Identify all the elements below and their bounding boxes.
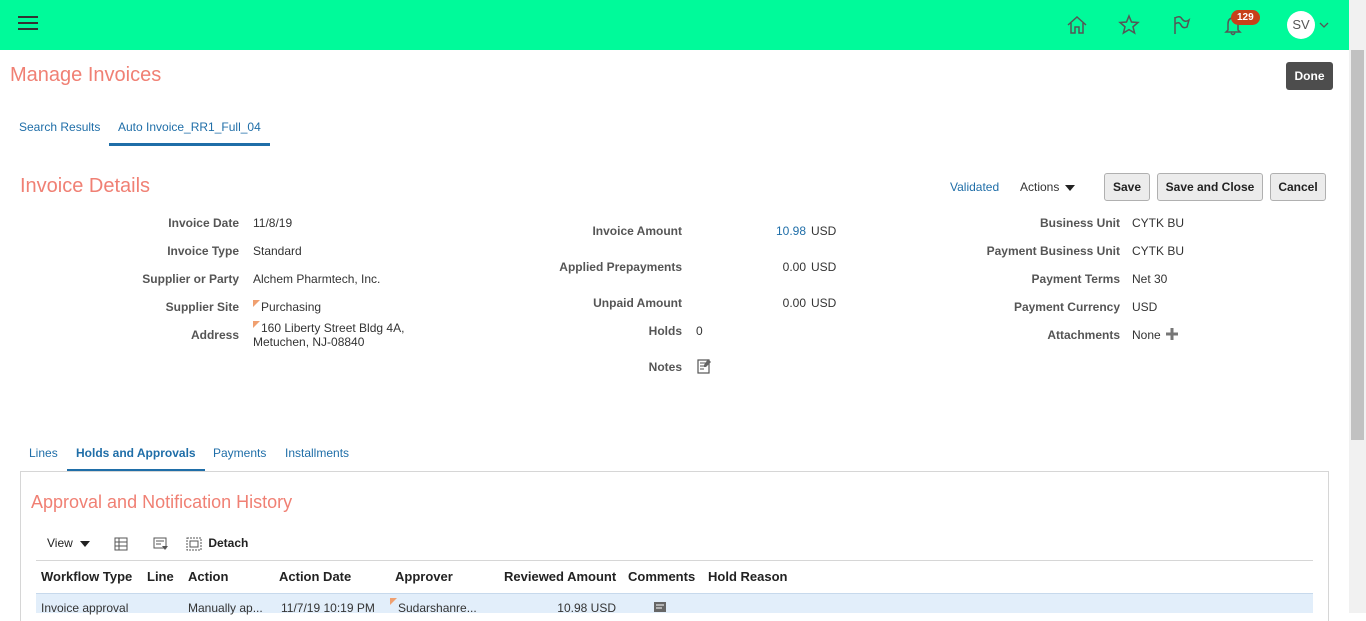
freeze-columns-icon[interactable]: [113, 535, 129, 551]
actions-menu[interactable]: Actions: [1020, 180, 1076, 194]
invoice-amount-value[interactable]: 10.98: [776, 224, 806, 238]
supplier-site-text: Purchasing: [261, 300, 322, 314]
chevron-down-icon[interactable]: [1319, 20, 1329, 30]
applied-prepayments-currency: USD: [811, 260, 837, 274]
actions-menu-label: Actions: [1020, 180, 1060, 194]
holds-value: 0: [696, 324, 703, 338]
column-header-hold-reason[interactable]: Hold Reason: [708, 569, 787, 584]
payment-business-unit-label: Payment Business Unit: [986, 244, 1120, 258]
unpaid-amount-currency: USD: [811, 296, 837, 310]
invoice-date-value: 11/8/19: [253, 216, 293, 230]
invoice-date-label: Invoice Date: [168, 216, 239, 230]
notification-count-badge: 129: [1231, 10, 1260, 25]
page-title: Manage Invoices: [10, 64, 162, 86]
tab-auto-invoice[interactable]: Auto Invoice_RR1_Full_04: [109, 112, 270, 146]
column-header-action-date[interactable]: Action Date: [279, 569, 351, 584]
notes-icon[interactable]: [696, 358, 712, 374]
invoice-amount-currency: USD: [811, 224, 837, 238]
supplier-site-value: Purchasing: [253, 300, 321, 314]
tab-holds-and-approvals[interactable]: Holds and Approvals: [67, 438, 205, 472]
cancel-button[interactable]: Cancel: [1270, 173, 1326, 201]
address-label: Address: [190, 328, 239, 342]
column-header-line[interactable]: Line: [147, 569, 174, 584]
cell-approver[interactable]: Sudarshanre...: [390, 598, 477, 615]
dropdown-triangle-icon: [80, 540, 91, 547]
invoice-amount-label: Invoice Amount: [592, 224, 682, 238]
invoice-type-value: Standard: [253, 244, 302, 258]
column-header-comments[interactable]: Comments: [628, 569, 695, 584]
applied-prepayments-value: 0.00: [782, 260, 806, 274]
comment-icon[interactable]: [653, 601, 667, 613]
column-header-approver[interactable]: Approver: [395, 569, 453, 584]
supplier-label: Supplier or Party: [142, 272, 239, 286]
detach-label: Detach: [208, 536, 249, 550]
flag-icon[interactable]: [1168, 12, 1194, 38]
top-bar: [0, 0, 1366, 50]
column-header-reviewed-amount[interactable]: Reviewed Amount: [504, 569, 616, 584]
business-unit-value: CYTK BU: [1132, 216, 1185, 230]
address-line2: Metuchen, NJ-08840: [253, 335, 365, 349]
business-unit-label: Business Unit: [1039, 216, 1120, 230]
unpaid-amount-value: 0.00: [782, 296, 806, 310]
done-button[interactable]: Done: [1286, 62, 1333, 90]
applied-prepayments-label: Applied Prepayments: [559, 260, 682, 274]
tab-search-results[interactable]: Search Results: [19, 112, 100, 146]
changed-indicator-icon: [253, 321, 260, 328]
scrollbar-thumb[interactable]: [1351, 50, 1364, 440]
dropdown-triangle-icon: [1065, 184, 1076, 191]
view-menu-label: View: [47, 536, 73, 550]
supplier-value: Alchem Pharmtech, Inc.: [253, 272, 381, 286]
detach-icon: [186, 537, 202, 551]
save-and-close-button[interactable]: Save and Close: [1157, 173, 1263, 201]
add-attachment-icon[interactable]: [1165, 327, 1179, 341]
avatar[interactable]: SV: [1287, 11, 1315, 39]
payment-currency-label: Payment Currency: [1013, 300, 1120, 314]
query-by-example-icon[interactable]: [153, 535, 169, 551]
address-line1-text: 160 Liberty Street Bldg 4A,: [261, 321, 405, 335]
column-header-workflow-type[interactable]: Workflow Type: [41, 569, 132, 584]
payment-currency-value: USD: [1132, 300, 1158, 314]
tab-lines[interactable]: Lines: [29, 438, 58, 472]
unpaid-amount-label: Unpaid Amount: [593, 296, 682, 310]
approval-history-title: Approval and Notification History: [31, 492, 293, 512]
detach-button[interactable]: Detach: [186, 535, 248, 551]
section-title-invoice-details: Invoice Details: [20, 175, 151, 197]
changed-indicator-icon: [390, 598, 397, 605]
tab-payments[interactable]: Payments: [213, 438, 266, 472]
payment-terms-label: Payment Terms: [1031, 272, 1120, 286]
save-button[interactable]: Save: [1104, 173, 1150, 201]
changed-indicator-icon: [253, 300, 260, 307]
table-divider: [36, 560, 1313, 561]
attachments-value: None: [1132, 328, 1161, 342]
address-line1: 160 Liberty Street Bldg 4A,: [253, 321, 404, 335]
payment-business-unit-value: CYTK BU: [1132, 244, 1185, 258]
page-scrollbar[interactable]: [1349, 0, 1366, 613]
invoice-type-label: Invoice Type: [167, 244, 239, 258]
supplier-site-label: Supplier Site: [165, 300, 239, 314]
view-menu[interactable]: View: [47, 535, 91, 551]
hamburger-icon[interactable]: [18, 16, 38, 32]
notes-label: Notes: [648, 360, 682, 374]
column-header-action[interactable]: Action: [188, 569, 228, 584]
home-icon[interactable]: [1064, 12, 1090, 38]
holds-label: Holds: [648, 324, 682, 338]
tab-installments[interactable]: Installments: [285, 438, 349, 472]
attachments-label: Attachments: [1047, 328, 1120, 342]
payment-terms-value: Net 30: [1132, 272, 1168, 286]
star-icon[interactable]: [1116, 12, 1142, 38]
validation-status-link[interactable]: Validated: [950, 180, 999, 194]
